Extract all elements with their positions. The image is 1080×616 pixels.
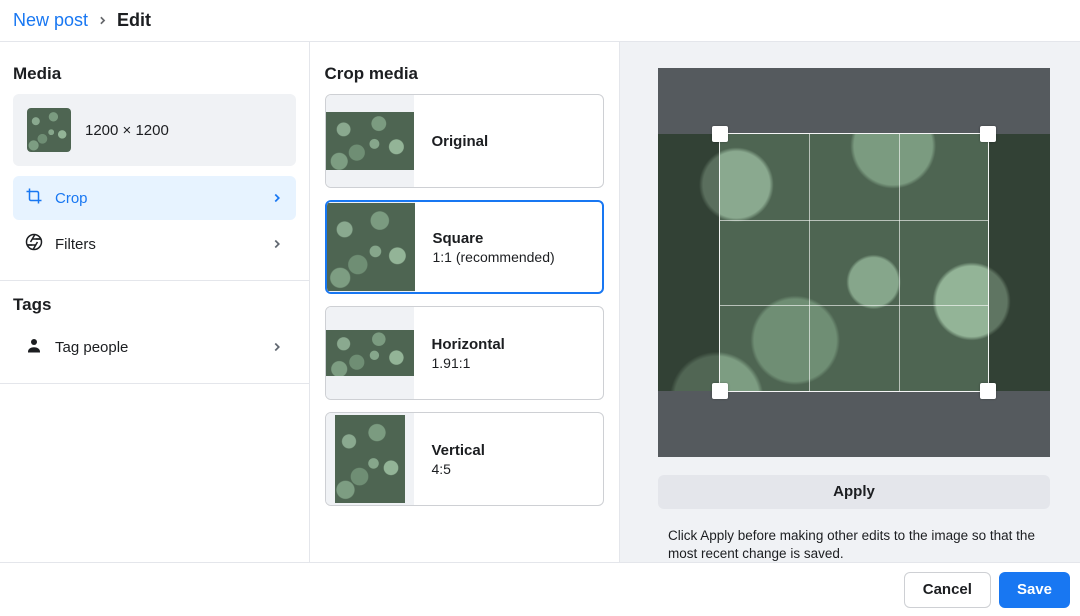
crop-option-original[interactable]: Original (325, 94, 605, 188)
crop-handle-sw[interactable] (712, 383, 728, 399)
crop-handle-nw[interactable] (712, 126, 728, 142)
crop-overlay (658, 391, 1050, 457)
apply-hint: Click Apply before making other edits to… (658, 527, 1050, 563)
sidebar-section-media-title: Media (13, 64, 296, 84)
crop-thumb (327, 203, 415, 291)
crop-preview-pane: Apply Click Apply before making other ed… (620, 42, 1080, 563)
sidebar-item-tag-people[interactable]: Tag people (13, 325, 296, 369)
sidebar-item-label: Tag people (55, 339, 128, 356)
chevron-right-icon (270, 191, 284, 205)
chevron-right-icon (270, 340, 284, 354)
crop-panel-title: Crop media (325, 64, 605, 84)
crop-option-sub: 4:5 (432, 461, 485, 477)
save-button[interactable]: Save (999, 572, 1070, 608)
breadcrumb: New post Edit (0, 0, 1080, 42)
sidebar-item-filters[interactable]: Filters (13, 222, 296, 266)
chevron-right-icon (270, 237, 284, 251)
divider (0, 280, 309, 281)
crop-preview-stage[interactable] (658, 68, 1050, 457)
aperture-icon (25, 233, 43, 255)
crop-option-horizontal[interactable]: Horizontal 1.91:1 (325, 306, 605, 400)
media-thumbnail (27, 108, 71, 152)
crop-selection-box[interactable] (720, 134, 988, 391)
crop-option-sub: 1:1 (recommended) (433, 249, 555, 265)
cancel-button[interactable]: Cancel (904, 572, 991, 608)
crop-thumb (335, 415, 405, 503)
apply-button[interactable]: Apply (658, 475, 1050, 509)
divider (0, 383, 309, 384)
person-icon (25, 336, 43, 358)
crop-option-label: Square (433, 230, 555, 247)
crop-option-sub: 1.91:1 (432, 355, 505, 371)
crop-option-vertical[interactable]: Vertical 4:5 (325, 412, 605, 506)
crop-thumb (326, 330, 414, 376)
crop-options-panel: Crop media Original Square 1:1 (recommen… (310, 42, 621, 563)
sidebar-item-label: Filters (55, 236, 96, 253)
crop-thumb (326, 112, 414, 170)
crop-dim (658, 134, 720, 391)
crop-handle-ne[interactable] (980, 126, 996, 142)
breadcrumb-back-link[interactable]: New post (13, 10, 88, 31)
crop-overlay (658, 68, 1050, 134)
crop-dim (988, 134, 1050, 391)
sidebar-item-label: Crop (55, 190, 88, 207)
crop-option-label: Vertical (432, 442, 485, 459)
footer: Cancel Save (0, 562, 1080, 616)
crop-option-label: Horizontal (432, 336, 505, 353)
sidebar: Media 1200 × 1200 Crop Filters (0, 42, 310, 563)
crop-option-label: Original (432, 133, 489, 150)
sidebar-item-crop[interactable]: Crop (13, 176, 296, 220)
sidebar-section-tags-title: Tags (13, 295, 296, 315)
crop-handle-se[interactable] (980, 383, 996, 399)
crop-icon (25, 187, 43, 209)
media-dimensions: 1200 × 1200 (85, 122, 169, 139)
breadcrumb-current: Edit (117, 10, 151, 31)
crop-option-square[interactable]: Square 1:1 (recommended) (325, 200, 605, 294)
media-selected-item[interactable]: 1200 × 1200 (13, 94, 296, 166)
chevron-right-icon (96, 14, 109, 27)
